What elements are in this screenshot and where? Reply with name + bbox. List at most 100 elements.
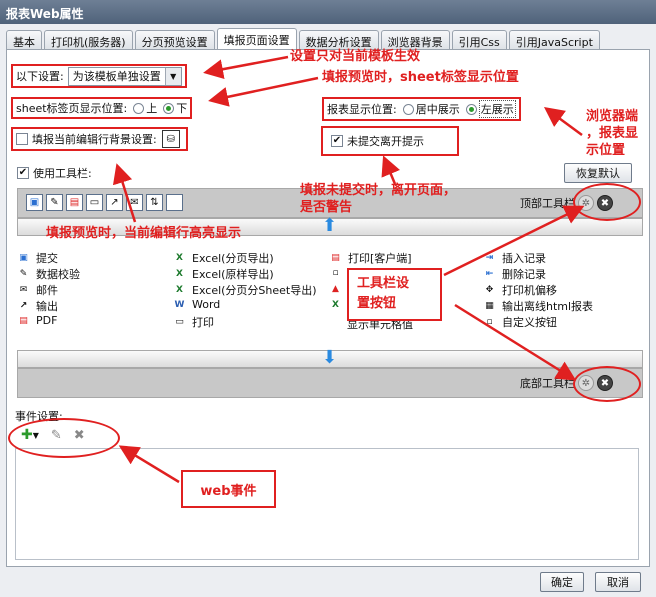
tab-page-preview[interactable]: 分页预览设置 [134,30,215,50]
top-toolbar-buttons: ▣ ✎ ▤ ▭ ↗ ✉ ⇅ [26,194,186,211]
list-item[interactable]: ▤ PDF [17,314,57,327]
report-position-row: 报表显示位置: 居中展示 左展示 [322,97,521,121]
list-item[interactable]: ▤ 打印[客户端] [329,250,411,266]
list-item[interactable]: ▦ 输出离线html报表 [483,298,593,314]
report-pos-left-label: 左展示 [478,100,516,118]
use-toolbar-row: ✔ 使用工具栏: [17,164,92,182]
excel-icon: X [332,299,339,310]
pdf-icon[interactable]: ▤ [66,194,83,211]
annotation-toolbar-settings: 工具栏设 置按钮 [347,268,442,321]
list-item[interactable]: W Word [173,298,221,311]
bottom-toolbar: 底部工具栏 ✲ ✖ [17,368,643,398]
unsubmitted-checkbox[interactable]: ✔ [331,135,343,147]
validate-icon: ✎ [19,269,28,279]
tab-basic[interactable]: 基本 [6,30,42,50]
top-toolbar-label: 顶部工具栏 [520,197,575,210]
unsubmitted-label: 未提交离开提示 [347,135,424,148]
annotation-sheet: 填报预览时，sheet标签显示位置 [322,70,519,85]
move-down-bar[interactable]: ⬇ [17,348,643,368]
tab-css[interactable]: 引用Css [451,30,507,50]
annotation-unsubmit: 填报未提交时，离开页面， 是否警告 [300,183,457,215]
annotation-ellipse-events [8,418,120,458]
validate-icon[interactable]: ✎ [46,194,63,211]
highlight-row-checkbox[interactable] [16,133,28,145]
tab-printer-server[interactable]: 打印机(服务器) [44,30,133,50]
delete-record-icon: ⇤ [485,269,494,279]
print-client-icon: ▤ [331,253,340,263]
export-icon: ↗ [19,301,28,311]
blank-icon[interactable] [166,194,183,211]
list-item[interactable]: ↗ 输出 [17,298,58,314]
annotation-ellipse-top-toolbar [573,183,641,221]
list-item[interactable]: ✥ 打印机偏移 [483,282,557,298]
use-toolbar-checkbox[interactable]: ✔ [17,167,29,179]
unsubmitted-row: ✔ 未提交离开提示 [321,126,459,156]
list-item[interactable]: X Excel(原样导出) [173,266,274,282]
bottom-toolbar-label: 底部工具栏 [520,377,575,390]
ok-button[interactable]: 确定 [540,572,584,592]
list-item[interactable]: ▫ [329,266,348,279]
tab-javascript[interactable]: 引用JavaScript [508,30,600,50]
report-pos-left-radio[interactable] [465,103,477,115]
move-icon: ✥ [485,285,494,295]
excel-icon: X [176,269,183,279]
toolbar-items-list: ▣ 提交 ✎ 数据校验 ✉ 邮件 ↗ 输出 ▤ PDF X Excel(分页导出) X Exc… [17,250,643,334]
sheet-pos-bottom-radio[interactable] [163,102,175,114]
cancel-button[interactable]: 取消 [595,572,641,592]
scope-select[interactable]: 为该模板单独设置 ▼ [67,66,182,86]
tab-fill-page[interactable]: 填报页面设置 [216,28,297,51]
annotation-scope: 设置只对当前模板生效 [290,49,421,64]
save-icon[interactable]: ▣ [26,194,43,211]
arrow-down-icon[interactable]: ⬇ [322,348,337,368]
list-item[interactable]: ▭ 打印 [173,314,214,330]
scope-label: 以下设置: [16,70,64,83]
chevron-down-icon: ▼ [164,67,181,85]
list-item[interactable]: ⇤ 删除记录 [483,266,546,282]
settings-panel: 以下设置: 为该模板单独设置 ▼ sheet标签页显示位置: 上 下 报表显示位… [6,49,650,567]
restore-default-button[interactable]: 恢复默认 [564,163,632,183]
custom-button-icon: ▫ [486,317,493,327]
word-icon: W [174,299,185,310]
save-icon: ▣ [19,253,28,263]
list-item[interactable]: ⇥ 插入记录 [483,250,546,266]
report-position-label: 报表显示位置: [327,103,397,116]
annotation-browser: 浏览器端 ，报表显 示位置 [586,109,639,158]
move-icon[interactable]: ⇅ [146,194,163,211]
pdf-icon: ▲ [332,283,339,294]
window-title: 报表Web属性 [0,0,656,24]
export-icon[interactable]: ↗ [106,194,123,211]
list-item[interactable]: ✉ 邮件 [17,282,58,298]
use-toolbar-label: 使用工具栏: [33,167,92,180]
report-pos-center-radio[interactable] [402,103,414,115]
list-item[interactable]: X Excel(分页导出) [173,250,274,266]
scope-row: 以下设置: 为该模板单独设置 ▼ [11,64,187,88]
excel-icon: X [176,285,183,295]
events-list[interactable] [15,448,639,560]
insert-record-icon: ⇥ [485,253,494,263]
list-item[interactable]: ▣ 提交 [17,250,58,266]
list-item[interactable]: X Excel(分页分Sheet导出) [173,282,317,298]
pdf-icon: ▤ [19,315,28,326]
annotation-ellipse-bottom-toolbar [573,366,641,402]
annotation-highlight: 填报预览时，当前编辑行高亮显示 [46,226,242,241]
scope-select-value: 为该模板单独设置 [72,70,161,83]
sheet-pos-bottom-label: 下 [176,102,188,115]
list-item[interactable]: ▫ 自定义按钮 [483,314,557,330]
list-item[interactable]: ▲ [329,282,348,295]
list-item[interactable]: ✎ 数据校验 [17,266,80,282]
highlight-row-label: 填报当前编辑行背景设置: [32,133,157,146]
sheet-pos-top-label: 上 [146,102,158,115]
sheet-pos-top-radio[interactable] [133,102,145,114]
mail-icon: ✉ [19,285,28,295]
print-icon: ▭ [175,317,184,327]
annotation-web-event: web事件 [181,470,276,508]
list-item[interactable]: X [329,298,348,311]
excel-icon: X [176,253,183,263]
paint-bucket-icon[interactable]: ⛁ [161,130,180,148]
mail-icon[interactable]: ✉ [126,194,143,211]
arrow-up-icon[interactable]: ⬆ [322,216,337,236]
sheet-position-label: sheet标签页显示位置: [16,102,128,115]
blank-icon: ▫ [332,267,339,278]
print-icon[interactable]: ▭ [86,194,103,211]
html-report-icon: ▦ [485,301,494,311]
